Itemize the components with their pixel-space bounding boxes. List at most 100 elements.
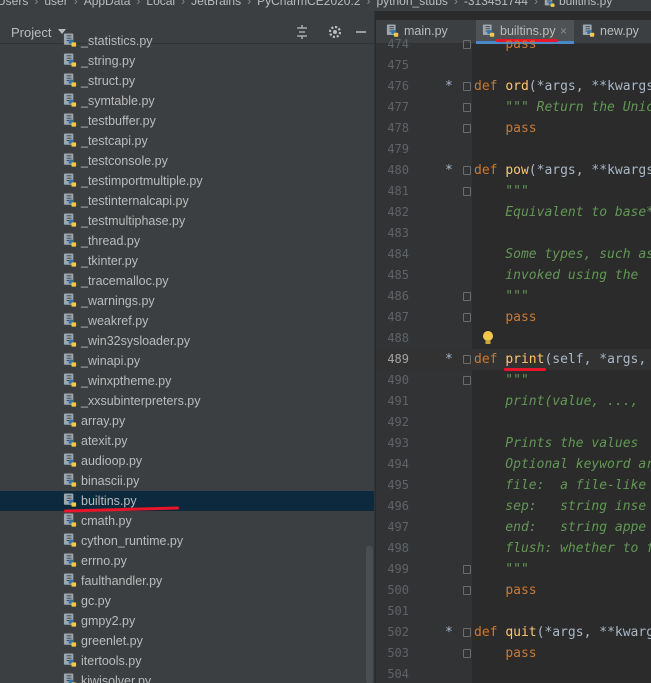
fold-marker-icon[interactable] — [463, 40, 471, 49]
override-marker[interactable]: * — [445, 349, 453, 370]
file-tree-item[interactable]: _testbuffer.py — [0, 111, 374, 131]
file-tree-item[interactable]: itertools.py — [0, 651, 374, 671]
breadcrumb-item[interactable]: -313451744 — [464, 0, 528, 7]
override-marker[interactable]: * — [445, 76, 453, 97]
code-line[interactable]: 504 — [376, 664, 651, 683]
code-line[interactable]: 478 pass — [376, 118, 651, 139]
breadcrumb-item[interactable]: JetBrains — [191, 0, 241, 7]
code-line[interactable]: 475 — [376, 55, 651, 76]
file-tree-item[interactable]: cmath.py — [0, 511, 374, 531]
code-line[interactable]: 497 end: string appe — [376, 517, 651, 538]
code-line[interactable]: 482 Equivalent to base** — [376, 202, 651, 223]
file-tree-item[interactable]: errno.py — [0, 551, 374, 571]
project-scrollbar[interactable] — [366, 546, 373, 683]
lightbulb-icon[interactable] — [481, 330, 495, 346]
file-tree-item[interactable]: _string.py — [0, 51, 374, 71]
file-tree-item[interactable]: _symtable.py — [0, 91, 374, 111]
code-line[interactable]: 496 sep: string inse — [376, 496, 651, 517]
file-tree-item[interactable]: array.py — [0, 411, 374, 431]
file-tree-item[interactable]: _testmultiphase.py — [0, 211, 374, 231]
file-tree-item[interactable]: cython_runtime.py — [0, 531, 374, 551]
file-tree-item[interactable]: _weakref.py — [0, 311, 374, 331]
file-name: greenlet.py — [81, 634, 143, 648]
breadcrumb-item[interactable]: PyCharmCE2020.2 — [257, 0, 360, 7]
breadcrumb-item[interactable]: Local — [146, 0, 175, 7]
code-line[interactable]: 476 * def ord(*args, **kwargs) — [376, 76, 651, 97]
file-tree-item[interactable]: binascii.py — [0, 471, 374, 491]
file-tree-item[interactable]: audioop.py — [0, 451, 374, 471]
file-name: _winapi.py — [81, 354, 141, 368]
file-tree-item[interactable]: _thread.py — [0, 231, 374, 251]
file-tree-item[interactable]: gmpy2.py — [0, 611, 374, 631]
code-line[interactable]: 503 pass — [376, 643, 651, 664]
fold-marker-icon[interactable] — [463, 313, 471, 322]
code-line[interactable]: 474 pass — [376, 34, 651, 55]
code-line[interactable]: 484 Some types, such as — [376, 244, 651, 265]
breadcrumb-item[interactable]: Users — [0, 0, 28, 7]
code-line[interactable]: 488 — [376, 328, 651, 349]
fold-marker-icon[interactable] — [463, 292, 471, 301]
fold-marker-icon[interactable] — [463, 187, 471, 196]
fold-marker-icon[interactable] — [463, 103, 471, 112]
breadcrumb-item[interactable]: builtins.py — [559, 0, 612, 7]
code-line[interactable]: 494 Optional keyword ar — [376, 454, 651, 475]
file-tree-item[interactable]: _xxsubinterpreters.py — [0, 391, 374, 411]
file-tree-item[interactable]: _winxptheme.py — [0, 371, 374, 391]
fold-marker-icon[interactable] — [463, 355, 471, 364]
python-file-icon — [63, 453, 78, 468]
code-line[interactable]: 493 Prints the values — [376, 433, 651, 454]
file-tree-item[interactable]: _testinternalcapi.py — [0, 191, 374, 211]
file-tree-item[interactable]: _tracemalloc.py — [0, 271, 374, 291]
file-name: builtins.py — [81, 494, 137, 508]
code-line[interactable]: 483 — [376, 223, 651, 244]
code-line[interactable]: 486 """ — [376, 286, 651, 307]
fold-marker-icon[interactable] — [463, 82, 471, 91]
override-marker[interactable]: * — [445, 160, 453, 181]
fold-marker-icon[interactable] — [463, 565, 471, 574]
breadcrumb-item[interactable]: python_stubs — [377, 0, 448, 7]
code-line[interactable]: 500 pass — [376, 580, 651, 601]
fold-marker-icon[interactable] — [463, 586, 471, 595]
file-tree-item[interactable]: greenlet.py — [0, 631, 374, 651]
fold-marker-icon[interactable] — [463, 649, 471, 658]
breadcrumb-item[interactable]: user — [44, 0, 67, 7]
code-text: """ Return the Unicode — [505, 100, 651, 115]
breadcrumb-item[interactable]: AppData — [84, 0, 131, 7]
file-tree-item[interactable]: _tkinter.py — [0, 251, 374, 271]
code-line[interactable]: 495 file: a file-like — [376, 475, 651, 496]
line-number: 491 — [387, 394, 409, 408]
code-line[interactable]: 491 print(value, ..., — [376, 391, 651, 412]
file-tree-item[interactable]: builtins.py — [0, 491, 374, 513]
code-line[interactable]: 490 """ — [376, 370, 651, 391]
file-tree-item[interactable]: gc.py — [0, 591, 374, 611]
code-line[interactable]: 489 * def print(self, *args, — [376, 349, 651, 371]
code-line[interactable]: 499 """ — [376, 559, 651, 580]
file-tree-item[interactable]: _struct.py — [0, 71, 374, 91]
fold-marker-icon[interactable] — [463, 628, 471, 637]
code-line[interactable]: 479 — [376, 139, 651, 160]
code-line[interactable]: 480 * def pow(*args, **kwargs) — [376, 160, 651, 181]
file-tree-item[interactable]: faulthandler.py — [0, 571, 374, 591]
file-tree-item[interactable]: _testimportmultiple.py — [0, 171, 374, 191]
code-line[interactable]: 501 — [376, 601, 651, 622]
override-marker[interactable]: * — [445, 622, 453, 643]
code-line[interactable]: 477 """ Return the Unicode — [376, 97, 651, 118]
file-tree-item[interactable]: kiwisolver.py — [0, 671, 374, 683]
code-line[interactable]: 492 — [376, 412, 651, 433]
file-tree-item[interactable]: _testcapi.py — [0, 131, 374, 151]
file-tree-item[interactable]: _win32sysloader.py — [0, 331, 374, 351]
file-tree-item[interactable]: _statistics.py — [0, 31, 374, 51]
fold-marker-icon[interactable] — [463, 376, 471, 385]
code-line[interactable]: 502 * def quit(*args, **kwarg — [376, 622, 651, 643]
file-tree-item[interactable]: atexit.py — [0, 431, 374, 451]
fold-marker-icon[interactable] — [463, 124, 471, 133]
code-text: """ — [474, 289, 529, 304]
code-line[interactable]: 487 pass — [376, 307, 651, 328]
code-line[interactable]: 481 """ — [376, 181, 651, 202]
file-tree-item[interactable]: _winapi.py — [0, 351, 374, 371]
fold-marker-icon[interactable] — [463, 166, 471, 175]
file-tree-item[interactable]: _testconsole.py — [0, 151, 374, 171]
code-line[interactable]: 485 invoked using the — [376, 265, 651, 286]
file-tree-item[interactable]: _warnings.py — [0, 291, 374, 311]
code-line[interactable]: 498 flush: whether to f — [376, 538, 651, 559]
